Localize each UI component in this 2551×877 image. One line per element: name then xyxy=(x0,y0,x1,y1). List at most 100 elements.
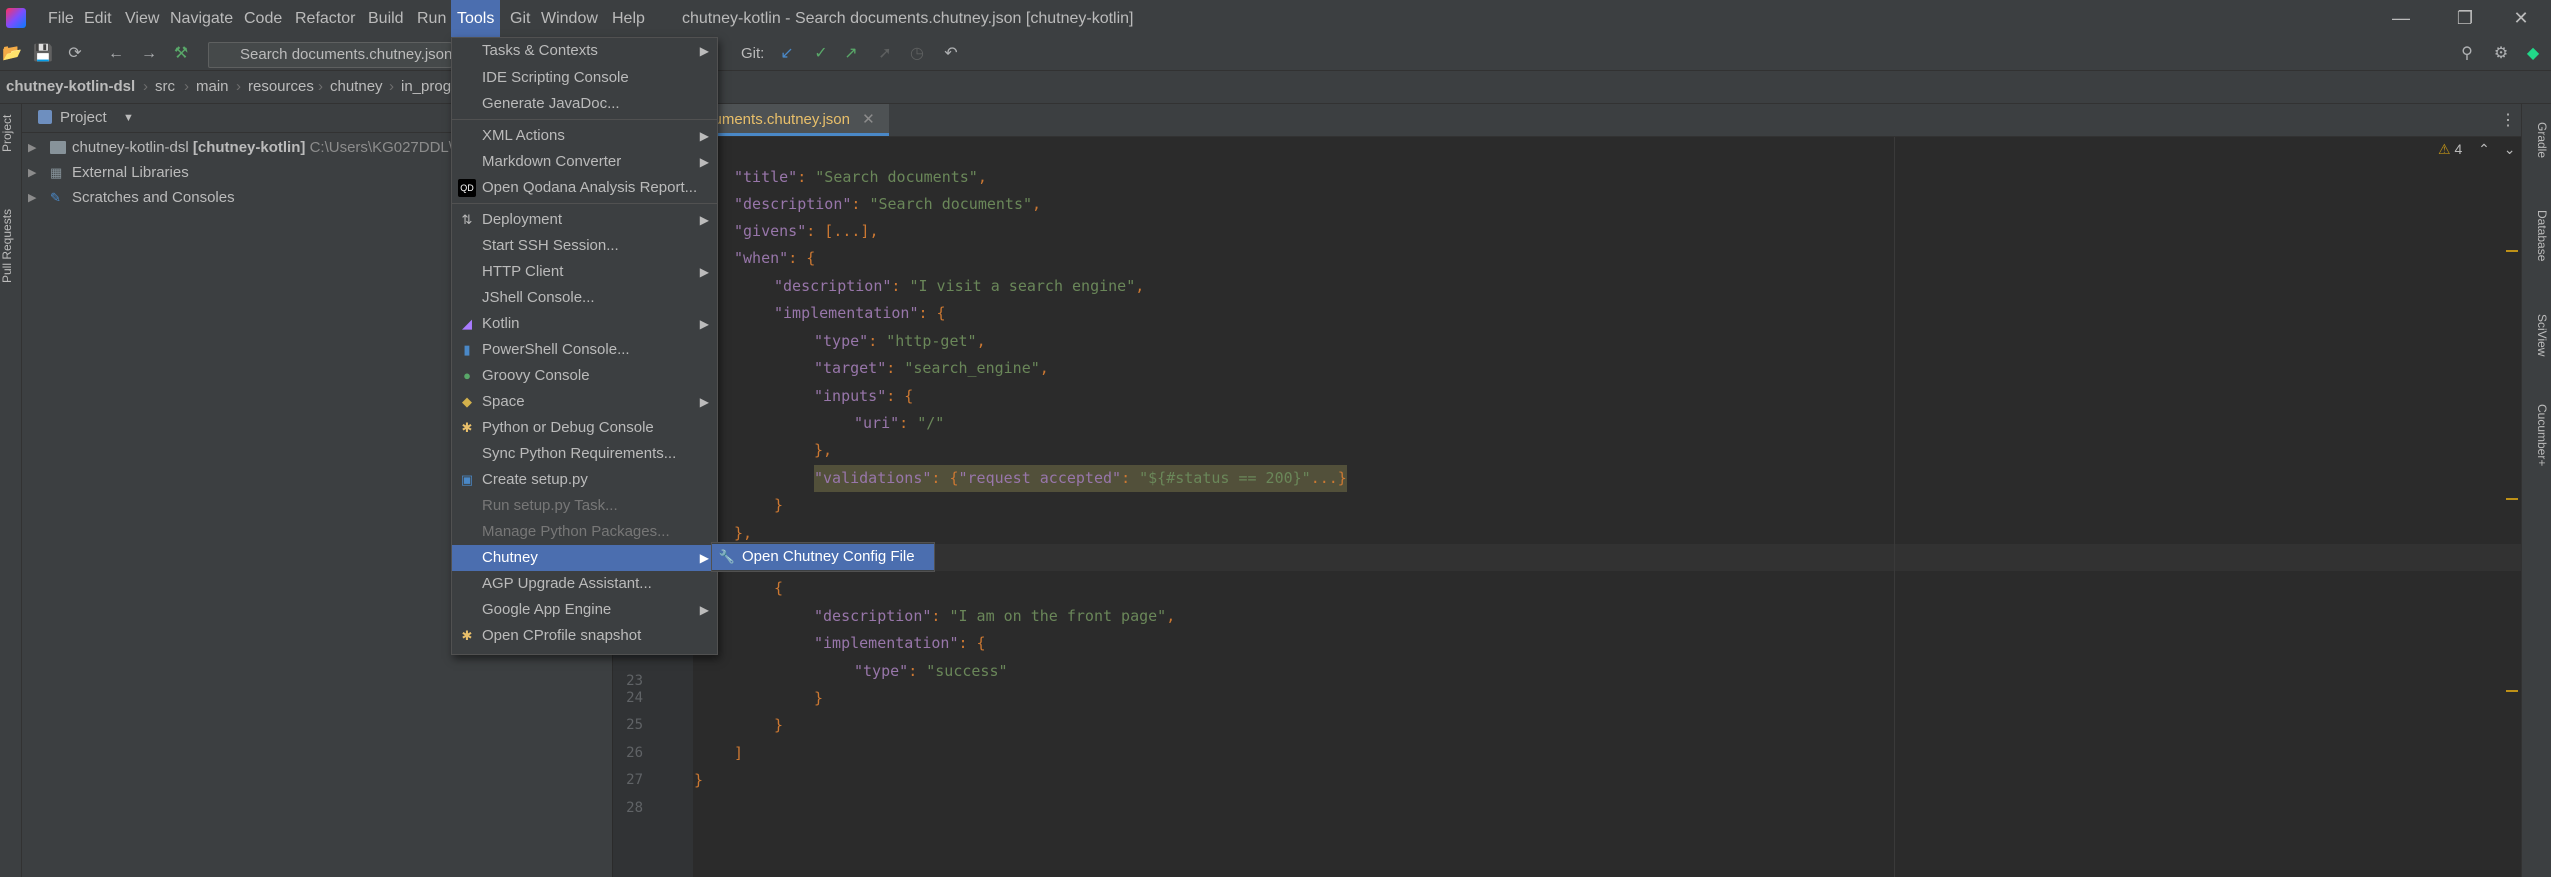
menu-item-markdown-converter[interactable]: Markdown Converter ▶ xyxy=(452,149,717,175)
menu-item-sync-python-requirements[interactable]: Sync Python Requirements... xyxy=(452,441,717,467)
code-line[interactable]: "inputs": { xyxy=(814,383,913,410)
git-rollback-icon[interactable]: ↶ xyxy=(940,43,962,65)
expand-arrow-icon[interactable]: ▶ xyxy=(28,136,36,160)
code-line[interactable]: "uri": "/" xyxy=(854,410,944,437)
project-panel-title[interactable]: Project xyxy=(60,106,107,130)
menu-build[interactable]: Build xyxy=(362,0,410,37)
code-line[interactable]: "target": "search_engine", xyxy=(814,355,1049,382)
menu-edit[interactable]: Edit xyxy=(78,0,118,37)
build-hammer-icon[interactable]: ⚒ xyxy=(170,43,192,65)
inspection-widget[interactable]: ⚠ 4 ⌃ ⌄ xyxy=(2438,141,2516,158)
code-line[interactable]: "implementation": { xyxy=(814,630,986,657)
expand-arrow-icon[interactable]: ▶ xyxy=(28,161,36,185)
project-tool-tab[interactable]: Project xyxy=(0,108,21,158)
code-line[interactable]: { xyxy=(774,575,783,602)
minimize-button[interactable]: — xyxy=(2376,0,2426,37)
menu-git[interactable]: Git xyxy=(504,0,536,37)
breadcrumb-project[interactable]: chutney-kotlin-dsl xyxy=(6,71,135,103)
chevron-down-icon[interactable]: ⌄ xyxy=(2504,141,2516,157)
more-tabs-icon[interactable]: ⋮ xyxy=(2500,110,2516,130)
menu-item-deployment[interactable]: ⇅ Deployment ▶ xyxy=(452,207,717,233)
back-arrow-icon[interactable]: ← xyxy=(105,43,127,65)
warning-marker[interactable] xyxy=(2506,498,2518,500)
code-line[interactable]: ] xyxy=(734,740,743,767)
menu-item-generate-javadoc[interactable]: Generate JavaDoc... xyxy=(452,91,717,117)
code-line[interactable]: } xyxy=(774,712,783,739)
restore-button[interactable]: ❐ xyxy=(2440,0,2490,37)
code-line[interactable]: "description": "Search documents", xyxy=(734,191,1041,218)
menu-view[interactable]: View xyxy=(119,0,165,37)
database-tool-tab[interactable]: Database xyxy=(2528,196,2549,276)
code-line[interactable]: } xyxy=(774,492,783,519)
menu-navigate[interactable]: Navigate xyxy=(164,0,239,37)
sync-icon[interactable]: ⟳ xyxy=(64,43,86,65)
code-line[interactable]: "when": { xyxy=(734,245,815,272)
git-fetch-icon[interactable]: ➚ xyxy=(874,43,896,65)
settings-gear-icon[interactable]: ⚙ xyxy=(2490,43,2512,65)
menu-item-xml-actions[interactable]: XML Actions ▶ xyxy=(452,123,717,149)
code-line[interactable]: "givens": [...], xyxy=(734,218,879,245)
menu-tools[interactable]: Tools xyxy=(451,0,501,37)
menu-help[interactable]: Help xyxy=(606,0,651,37)
code-line[interactable]: } xyxy=(694,767,703,794)
menu-file[interactable]: File xyxy=(42,0,80,37)
forward-arrow-icon[interactable]: → xyxy=(138,43,160,65)
menu-item-agp-upgrade-assistant[interactable]: AGP Upgrade Assistant... xyxy=(452,571,717,597)
gradle-tool-tab[interactable]: Gradle xyxy=(2528,110,2549,170)
cucumber-tool-tab[interactable]: Cucumber+ xyxy=(2528,390,2549,480)
breadcrumb-main[interactable]: main xyxy=(196,71,229,103)
expand-arrow-icon[interactable]: ▶ xyxy=(28,186,36,210)
menu-refactor[interactable]: Refactor xyxy=(289,0,361,37)
breadcrumb-resources[interactable]: resources xyxy=(248,71,314,103)
menu-item-ide-scripting-console[interactable]: IDE Scripting Console xyxy=(452,65,717,91)
code-line[interactable]: "implementation": { xyxy=(774,300,946,327)
chevron-down-icon[interactable]: ▼ xyxy=(123,106,134,130)
code-line[interactable]: "title": "Search documents", xyxy=(734,164,987,191)
code-line[interactable]: "description": "I am on the front page", xyxy=(814,603,1175,630)
git-commit-icon[interactable]: ✓ xyxy=(810,43,832,65)
menu-run[interactable]: Run xyxy=(411,0,452,37)
menu-item-run-setup-py-task[interactable]: Run setup.py Task... xyxy=(452,493,717,519)
tree-item-external-libraries[interactable]: External Libraries xyxy=(72,161,189,185)
menu-item-open-qodana-report[interactable]: QD Open Qodana Analysis Report... xyxy=(452,175,717,201)
menu-item-manage-python-packages[interactable]: Manage Python Packages... xyxy=(452,519,717,545)
code-line[interactable]: "type": "http-get", xyxy=(814,328,986,355)
menu-item-http-client[interactable]: HTTP Client ▶ xyxy=(452,259,717,285)
close-tab-icon[interactable]: ✕ xyxy=(862,111,875,128)
jetbrains-toolbox-icon[interactable]: ◆ xyxy=(2522,43,2544,65)
save-icon[interactable]: 💾 xyxy=(32,43,54,65)
menu-window[interactable]: Window xyxy=(535,0,604,37)
menu-item-chutney[interactable]: Chutney ▶ xyxy=(452,545,717,571)
menu-item-jshell-console[interactable]: JShell Console... xyxy=(452,285,717,311)
menu-item-space[interactable]: ◆ Space ▶ xyxy=(452,389,717,415)
intellij-app-icon[interactable] xyxy=(6,8,26,28)
code-line[interactable]: "description": "I visit a search engine"… xyxy=(774,273,1144,300)
menu-item-python-debug-console[interactable]: ✱ Python or Debug Console xyxy=(452,415,717,441)
warning-marker[interactable] xyxy=(2506,250,2518,252)
menu-code[interactable]: Code xyxy=(238,0,288,37)
breadcrumb-src[interactable]: src xyxy=(155,71,175,103)
close-button[interactable]: ✕ xyxy=(2496,0,2546,37)
menu-item-google-app-engine[interactable]: Google App Engine ▶ xyxy=(452,597,717,623)
menu-item-start-ssh-session[interactable]: Start SSH Session... xyxy=(452,233,717,259)
tree-item-scratches[interactable]: Scratches and Consoles xyxy=(72,186,235,210)
editor-tab-active[interactable]: cuments.chutney.json ✕ xyxy=(700,104,889,136)
search-everywhere-icon[interactable]: ⚲ xyxy=(2456,43,2478,65)
menu-item-tasks-contexts[interactable]: Tasks & Contexts ▶ xyxy=(452,38,717,64)
menu-item-groovy-console[interactable]: ● Groovy Console xyxy=(452,363,717,389)
breadcrumb-chutney[interactable]: chutney xyxy=(330,71,383,103)
menu-item-kotlin[interactable]: ◢ Kotlin ▶ xyxy=(452,311,717,337)
chevron-up-icon[interactable]: ⌃ xyxy=(2478,141,2490,157)
code-line-folded-validations[interactable]: "validations": {"request accepted": "${#… xyxy=(814,465,1347,492)
breadcrumb-in-prog[interactable]: in_prog xyxy=(401,71,451,103)
code-line[interactable]: } xyxy=(814,685,823,712)
menu-item-powershell-console[interactable]: ▮ PowerShell Console... xyxy=(452,337,717,363)
menu-item-open-cprofile-snapshot[interactable]: ✱ Open CProfile snapshot xyxy=(452,623,717,649)
warning-marker[interactable] xyxy=(2506,690,2518,692)
git-push-icon[interactable]: ↗ xyxy=(840,43,862,65)
menu-item-open-chutney-config[interactable]: 🔧 Open Chutney Config File xyxy=(712,544,934,570)
code-line[interactable]: }, xyxy=(814,437,832,464)
tree-item-project[interactable]: chutney-kotlin-dsl [chutney-kotlin] C:\U… xyxy=(72,136,453,160)
open-folder-icon[interactable]: 📂 xyxy=(1,43,23,65)
git-update-icon[interactable]: ↙ xyxy=(776,43,798,65)
